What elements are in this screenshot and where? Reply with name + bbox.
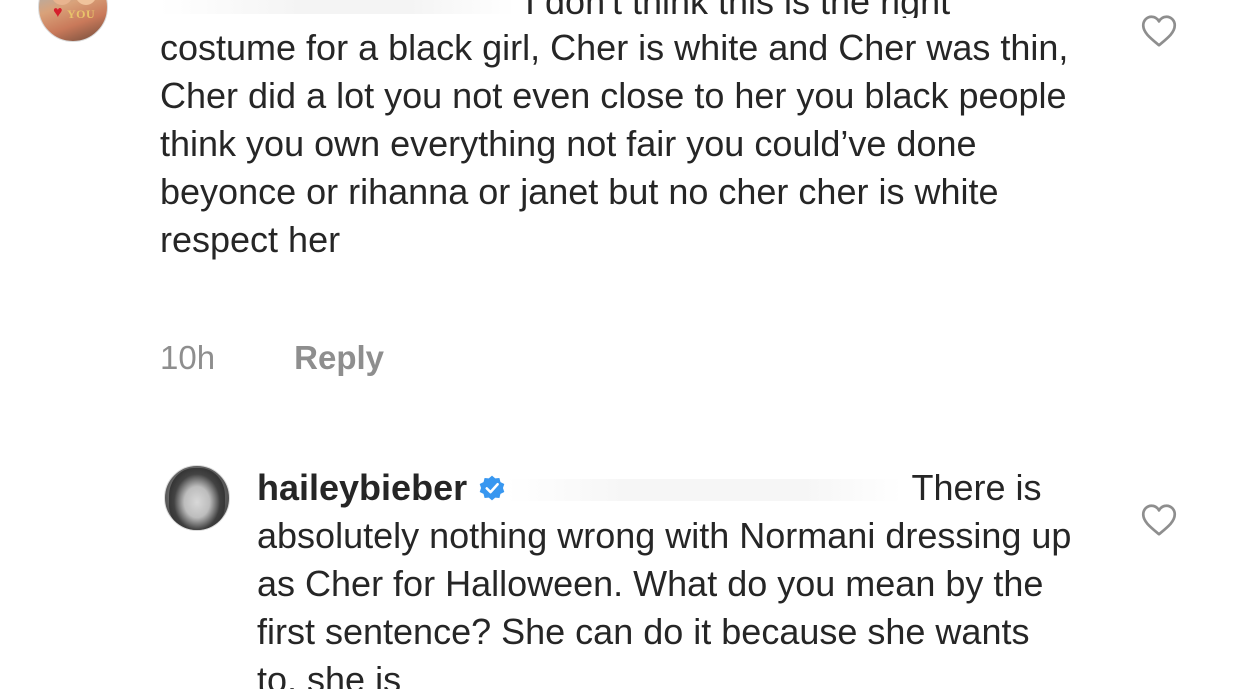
username-link[interactable]: haileybieber [257, 467, 467, 508]
comment-first-line: I don't think this is the right [160, 0, 1060, 18]
avatar-photo-face [75, 0, 97, 5]
reply-button[interactable]: Reply [294, 339, 384, 376]
avatar-badge-text: YOU [67, 7, 96, 21]
redacted-username [160, 0, 515, 15]
avatar-photo [169, 468, 225, 530]
reply-comment: haileybieber There is absolutely nothing… [257, 464, 1077, 689]
commenter-avatar[interactable]: ♥ YOU [38, 0, 108, 42]
reply-first-word: There [911, 467, 1006, 508]
instagram-comments-view: ♥ YOU I don't think this is the right co… [0, 0, 1243, 689]
redacted-mention [507, 479, 903, 502]
heart-sticker-icon: ♥ [53, 4, 63, 21]
verified-badge-icon [477, 473, 507, 503]
comment-partial-text: I don't think this is the right [525, 0, 950, 18]
comment-meta: 10h Reply [160, 338, 384, 378]
comment-timestamp: 10h [160, 339, 216, 376]
haileybieber-avatar[interactable] [164, 465, 230, 531]
like-heart-icon[interactable] [1141, 503, 1177, 537]
like-heart-icon[interactable] [1141, 14, 1177, 48]
comment-text: costume for a black girl, Cher is white … [160, 27, 1069, 260]
